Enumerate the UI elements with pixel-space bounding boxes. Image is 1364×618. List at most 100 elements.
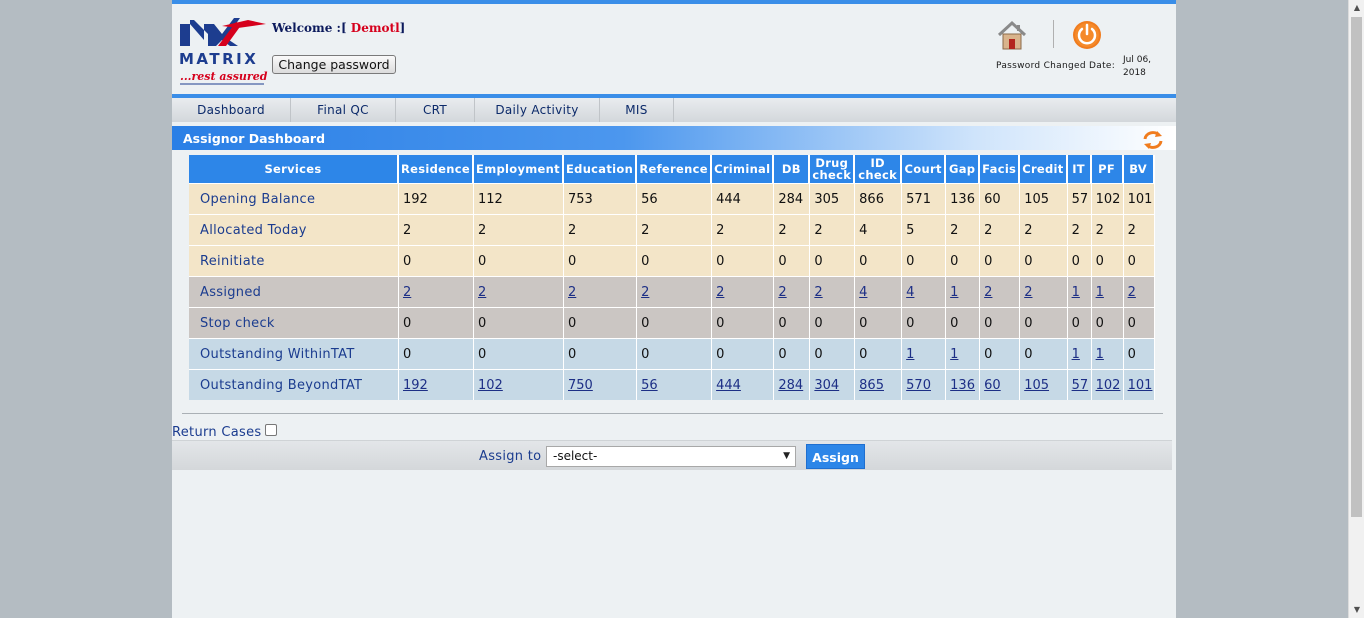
cell-link[interactable]: 750 (568, 378, 593, 393)
cell-link[interactable]: 101 (1128, 378, 1153, 393)
column-header: Services (189, 155, 399, 183)
table-cell: 2 (1067, 214, 1092, 245)
return-cases-label: Return Cases (172, 425, 262, 440)
refresh-icon[interactable] (1142, 130, 1164, 150)
cell-link[interactable]: 192 (403, 378, 428, 393)
vertical-scrollbar[interactable]: ▲ ▼ (1348, 0, 1364, 618)
cell-link[interactable]: 570 (906, 378, 931, 393)
row-label: Outstanding WithinTAT (189, 338, 399, 369)
table-cell: 444 (712, 369, 775, 400)
nav-item-mis[interactable]: MIS (600, 98, 674, 122)
cell-link[interactable]: 4 (859, 285, 867, 300)
table-cell: 2 (474, 276, 564, 307)
cell-link[interactable]: 60 (984, 378, 1001, 393)
cell-link[interactable]: 102 (478, 378, 503, 393)
cell-link[interactable]: 1 (950, 285, 958, 300)
table-cell: 0 (810, 307, 856, 338)
table-cell: 2 (980, 276, 1021, 307)
table-cell: 2 (564, 276, 638, 307)
column-header: Credit (1020, 155, 1068, 183)
column-header: ID check (855, 155, 903, 183)
cell-link[interactable]: 1 (1072, 347, 1080, 362)
cell-link[interactable]: 56 (641, 378, 658, 393)
power-icon[interactable] (1072, 20, 1102, 50)
cell-link[interactable]: 1 (906, 347, 914, 362)
nav-item-final-qc[interactable]: Final QC (291, 98, 396, 122)
return-cases-checkbox[interactable] (265, 424, 277, 436)
table-cell: 1 (946, 338, 981, 369)
home-icon[interactable] (996, 19, 1028, 51)
table-cell: 2 (774, 214, 811, 245)
cell-link[interactable]: 865 (859, 378, 884, 393)
cell-link[interactable]: 1 (1072, 285, 1080, 300)
row-label: Reinitiate (189, 245, 399, 276)
divider (182, 413, 1163, 414)
table-cell: 101 (1123, 183, 1155, 214)
cell-link[interactable]: 2 (403, 285, 411, 300)
table-cell: 60 (980, 369, 1021, 400)
logo-text: MATRIX (179, 50, 258, 68)
table-cell: 2 (810, 276, 856, 307)
table-cell: 101 (1123, 369, 1155, 400)
table-cell: 2 (1123, 214, 1155, 245)
table-cell: 56 (637, 183, 713, 214)
cell-link[interactable]: 2 (778, 285, 786, 300)
cell-link[interactable]: 1 (1096, 285, 1104, 300)
main-nav: Dashboard Final QC CRT Daily Activity MI… (172, 94, 1176, 122)
cell-link[interactable]: 284 (778, 378, 803, 393)
column-header: Drug check (810, 155, 856, 183)
table-cell: 0 (902, 307, 947, 338)
table-cell: 0 (564, 245, 638, 276)
nav-item-daily-activity[interactable]: Daily Activity (475, 98, 600, 122)
nav-item-crt[interactable]: CRT (396, 98, 475, 122)
scroll-up-icon[interactable]: ▲ (1349, 0, 1364, 16)
cell-link[interactable]: 304 (814, 378, 839, 393)
table-cell: 0 (474, 245, 564, 276)
cell-link[interactable]: 1 (1096, 347, 1104, 362)
cell-link[interactable]: 1 (950, 347, 958, 362)
table-cell: 2 (399, 276, 474, 307)
table-cell: 571 (902, 183, 947, 214)
cell-link[interactable]: 2 (1024, 285, 1032, 300)
table-cell: 0 (1067, 245, 1092, 276)
cell-link[interactable]: 4 (906, 285, 914, 300)
assign-to-select[interactable]: -select- ▼ (546, 446, 796, 467)
table-cell: 4 (855, 214, 903, 245)
cell-link[interactable]: 444 (716, 378, 741, 393)
table-row: Reinitiate 0 0 0 0 0 0 0 0 0 0 0 0 0 0 0 (189, 245, 1155, 276)
cell-link[interactable]: 57 (1072, 378, 1089, 393)
column-header: BV (1123, 155, 1155, 183)
cell-link[interactable]: 2 (568, 285, 576, 300)
cell-link[interactable]: 105 (1024, 378, 1049, 393)
scroll-down-icon[interactable]: ▼ (1349, 602, 1364, 618)
table-cell: 0 (774, 307, 811, 338)
table-cell: 1 (1091, 276, 1124, 307)
cell-link[interactable]: 2 (814, 285, 822, 300)
cell-link[interactable]: 102 (1096, 378, 1121, 393)
table-cell: 0 (474, 338, 564, 369)
assign-button[interactable]: Assign (806, 444, 865, 469)
table-cell: 0 (637, 307, 713, 338)
cell-link[interactable]: 2 (984, 285, 992, 300)
scrollbar-thumb[interactable] (1351, 17, 1362, 517)
cell-link[interactable]: 2 (716, 285, 724, 300)
username: Demotl (346, 21, 400, 35)
cell-link[interactable]: 136 (950, 378, 975, 393)
column-header: Court (902, 155, 947, 183)
cell-link[interactable]: 2 (641, 285, 649, 300)
cell-link[interactable]: 2 (1128, 285, 1136, 300)
table-row: Outstanding BeyondTAT 192 102 750 56 444 284 30… (189, 369, 1155, 400)
table-cell: 0 (399, 307, 474, 338)
table-cell: 750 (564, 369, 638, 400)
nav-item-dashboard[interactable]: Dashboard (172, 98, 291, 122)
table-cell: 2 (1091, 214, 1124, 245)
table-cell: 444 (712, 183, 775, 214)
column-header: DB (774, 155, 811, 183)
welcome-text: Welcome :[ Demotl] (272, 21, 405, 35)
matrix-logo: MATRIX ...rest assured (179, 18, 268, 85)
assign-select-value: -select- (553, 449, 598, 463)
table-cell: 2 (564, 214, 638, 245)
change-password-button[interactable]: Change password (272, 55, 396, 74)
column-header: Facis (980, 155, 1021, 183)
cell-link[interactable]: 2 (478, 285, 486, 300)
